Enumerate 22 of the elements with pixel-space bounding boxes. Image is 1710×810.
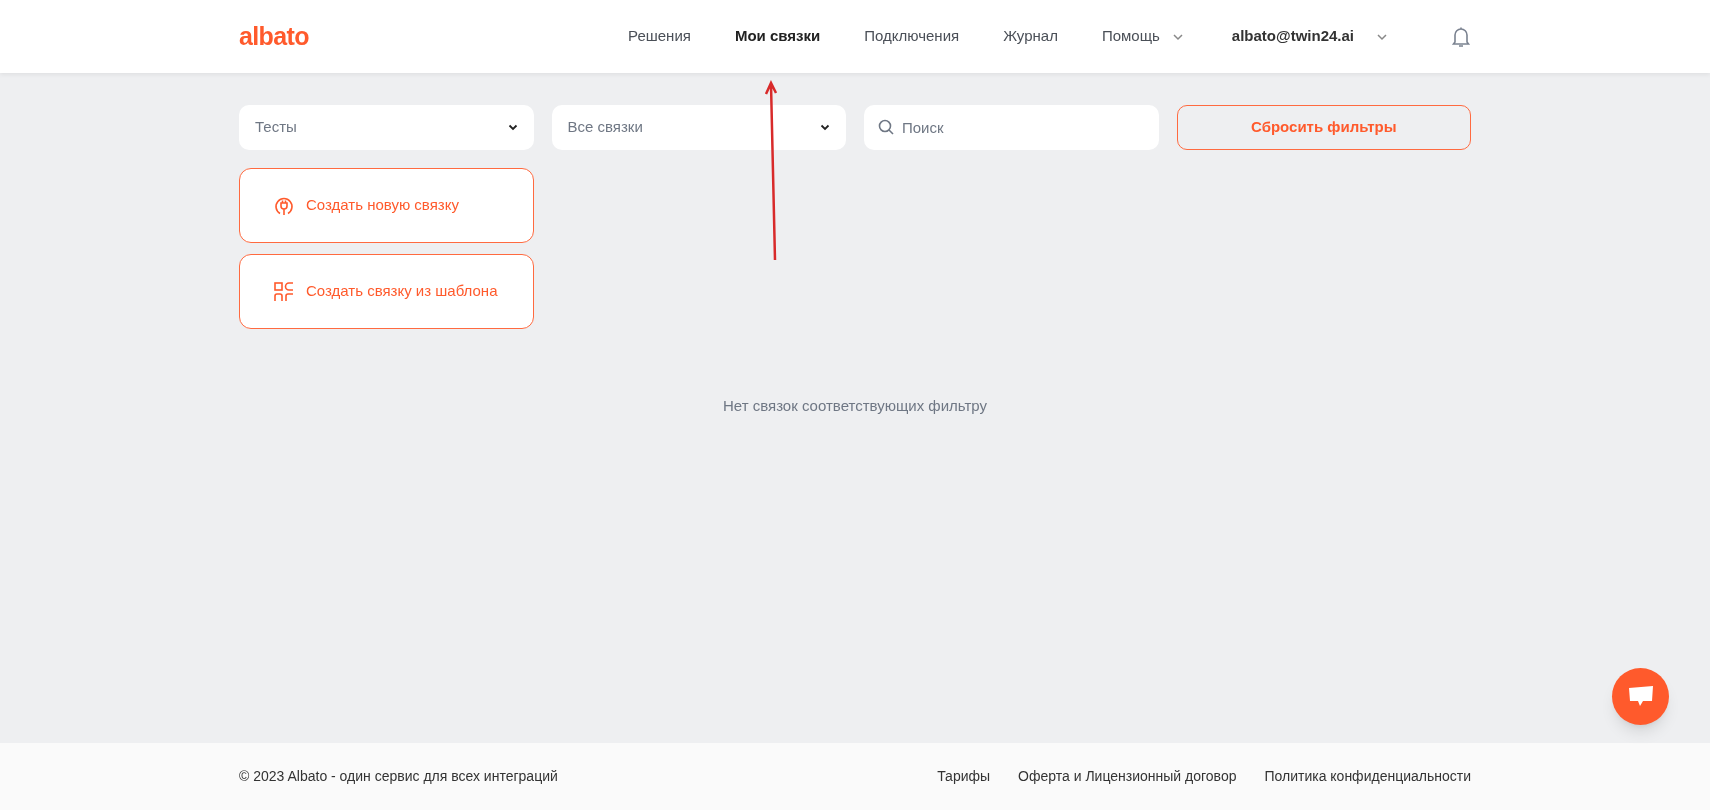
search-icon [878, 119, 894, 135]
plug-icon [274, 195, 294, 216]
filter-dropdown[interactable]: Тесты [239, 105, 534, 150]
footer-link[interactable]: Политика конфиденциальности [1264, 766, 1471, 787]
filter-dropdown[interactable]: Все связки [551, 105, 846, 150]
footer-link[interactable]: Оферта и Лицензионный договор [1018, 766, 1237, 787]
bell-icon[interactable] [1451, 25, 1471, 48]
empty-message: Нет связок соответствующих фильтру [722, 396, 988, 416]
chat-button[interactable] [1612, 668, 1669, 725]
nav-link[interactable]: Помощь [1101, 25, 1184, 48]
nav-link[interactable]: Мои связки [734, 25, 821, 48]
copyright-text: © 2023 Albato - один сервис для всех интеграций [239, 767, 558, 786]
chevron-down-icon [507, 124, 518, 131]
account-menu[interactable]: albato@twin24.ai [1231, 25, 1388, 48]
nav-link[interactable]: Решения [628, 25, 691, 48]
chevron-down-icon [1376, 32, 1388, 41]
nav-link[interactable]: Подключения [864, 25, 960, 48]
chevron-down-icon [820, 124, 830, 131]
nav-link[interactable]: Журнал [1003, 25, 1058, 48]
search-field[interactable]: Поиск [864, 105, 1159, 150]
footer-link[interactable]: Тарифы [937, 766, 991, 787]
grid-icon [274, 281, 294, 302]
